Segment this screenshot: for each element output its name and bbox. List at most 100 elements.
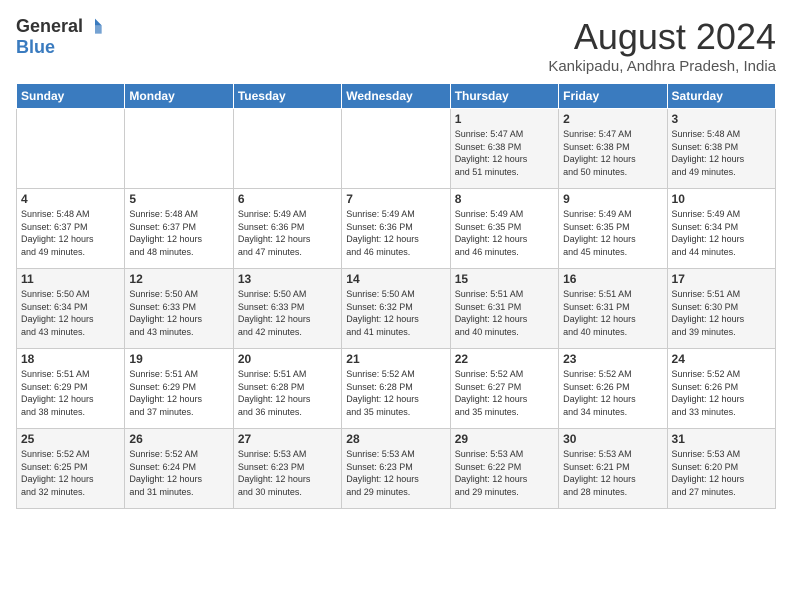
calendar-cell: 18 Sunrise: 5:51 AM Sunset: 6:29 PM Dayli…	[17, 349, 125, 429]
day-number: 5	[129, 192, 228, 206]
day-number: 3	[672, 112, 771, 126]
cell-info: Sunrise: 5:53 AM Sunset: 6:22 PM Dayligh…	[455, 448, 554, 498]
cell-info: Sunrise: 5:47 AM Sunset: 6:38 PM Dayligh…	[455, 128, 554, 178]
day-number: 28	[346, 432, 445, 446]
cell-info: Sunrise: 5:49 AM Sunset: 6:35 PM Dayligh…	[563, 208, 662, 258]
calendar-cell	[233, 109, 341, 189]
calendar-cell: 2 Sunrise: 5:47 AM Sunset: 6:38 PM Daylig…	[559, 109, 667, 189]
calendar-cell: 31Sunrise: 5:53 AM Sunset: 6:20 PM Dayli…	[667, 429, 775, 509]
day-number: 30	[563, 432, 662, 446]
calendar-cell: 7Sunrise: 5:49 AM Sunset: 6:36 PM Daylig…	[342, 189, 450, 269]
cell-info: Sunrise: 5:50 AM Sunset: 6:34 PM Dayligh…	[21, 288, 120, 338]
cell-info: Sunrise: 5:53 AM Sunset: 6:20 PM Dayligh…	[672, 448, 771, 498]
calendar-week-2: 4 Sunrise: 5:48 AM Sunset: 6:37 PM Daylig…	[17, 189, 776, 269]
day-number: 15	[455, 272, 554, 286]
day-number: 12	[129, 272, 228, 286]
day-number: 23	[563, 352, 662, 366]
calendar-cell: 11 Sunrise: 5:50 AM Sunset: 6:34 PM Dayli…	[17, 269, 125, 349]
day-number: 1	[455, 112, 554, 126]
logo: General Blue	[16, 16, 105, 58]
calendar-week-5: 25Sunrise: 5:52 AM Sunset: 6:25 PM Dayli…	[17, 429, 776, 509]
calendar-cell	[17, 109, 125, 189]
day-header-friday: Friday	[559, 84, 667, 109]
cell-info: Sunrise: 5:47 AM Sunset: 6:38 PM Dayligh…	[563, 128, 662, 178]
cell-info: Sunrise: 5:52 AM Sunset: 6:26 PM Dayligh…	[563, 368, 662, 418]
day-header-monday: Monday	[125, 84, 233, 109]
location-subtitle: Kankipadu, Andhra Pradesh, India	[548, 58, 776, 75]
calendar-cell: 29 Sunrise: 5:53 AM Sunset: 6:22 PM Dayli…	[450, 429, 558, 509]
calendar-cell: 27Sunrise: 5:53 AM Sunset: 6:23 PM Dayli…	[233, 429, 341, 509]
day-number: 26	[129, 432, 228, 446]
cell-info: Sunrise: 5:49 AM Sunset: 6:35 PM Dayligh…	[455, 208, 554, 258]
calendar-cell: 17 Sunrise: 5:51 AM Sunset: 6:30 PM Dayli…	[667, 269, 775, 349]
calendar-cell: 4 Sunrise: 5:48 AM Sunset: 6:37 PM Daylig…	[17, 189, 125, 269]
calendar-cell: 22 Sunrise: 5:52 AM Sunset: 6:27 PM Dayli…	[450, 349, 558, 429]
calendar-cell: 13 Sunrise: 5:50 AM Sunset: 6:33 PM Dayli…	[233, 269, 341, 349]
cell-info: Sunrise: 5:51 AM Sunset: 6:28 PM Dayligh…	[238, 368, 337, 418]
cell-info: Sunrise: 5:51 AM Sunset: 6:31 PM Dayligh…	[563, 288, 662, 338]
calendar-cell: 23 Sunrise: 5:52 AM Sunset: 6:26 PM Dayli…	[559, 349, 667, 429]
cell-info: Sunrise: 5:52 AM Sunset: 6:25 PM Dayligh…	[21, 448, 120, 498]
day-number: 20	[238, 352, 337, 366]
calendar-cell: 1 Sunrise: 5:47 AM Sunset: 6:38 PM Daylig…	[450, 109, 558, 189]
day-number: 17	[672, 272, 771, 286]
day-number: 29	[455, 432, 554, 446]
day-number: 24	[672, 352, 771, 366]
day-number: 21	[346, 352, 445, 366]
calendar-cell: 21 Sunrise: 5:52 AM Sunset: 6:28 PM Dayli…	[342, 349, 450, 429]
cell-info: Sunrise: 5:50 AM Sunset: 6:33 PM Dayligh…	[238, 288, 337, 338]
calendar-cell: 9 Sunrise: 5:49 AM Sunset: 6:35 PM Daylig…	[559, 189, 667, 269]
cell-info: Sunrise: 5:51 AM Sunset: 6:29 PM Dayligh…	[129, 368, 228, 418]
day-number: 10	[672, 192, 771, 206]
calendar-cell: 20 Sunrise: 5:51 AM Sunset: 6:28 PM Dayli…	[233, 349, 341, 429]
title-section: August 2024 Kankipadu, Andhra Pradesh, I…	[548, 16, 776, 75]
cell-info: Sunrise: 5:48 AM Sunset: 6:37 PM Dayligh…	[21, 208, 120, 258]
month-year-title: August 2024	[548, 16, 776, 58]
calendar-cell: 19 Sunrise: 5:51 AM Sunset: 6:29 PM Dayli…	[125, 349, 233, 429]
calendar-week-3: 11 Sunrise: 5:50 AM Sunset: 6:34 PM Dayli…	[17, 269, 776, 349]
day-number: 14	[346, 272, 445, 286]
cell-info: Sunrise: 5:49 AM Sunset: 6:36 PM Dayligh…	[346, 208, 445, 258]
day-header-thursday: Thursday	[450, 84, 558, 109]
day-number: 22	[455, 352, 554, 366]
calendar-cell: 3 Sunrise: 5:48 AM Sunset: 6:38 PM Daylig…	[667, 109, 775, 189]
calendar-cell: 10 Sunrise: 5:49 AM Sunset: 6:34 PM Dayli…	[667, 189, 775, 269]
day-header-tuesday: Tuesday	[233, 84, 341, 109]
cell-info: Sunrise: 5:52 AM Sunset: 6:24 PM Dayligh…	[129, 448, 228, 498]
logo-blue: Blue	[16, 37, 55, 57]
day-number: 11	[21, 272, 120, 286]
cell-info: Sunrise: 5:49 AM Sunset: 6:36 PM Dayligh…	[238, 208, 337, 258]
cell-info: Sunrise: 5:52 AM Sunset: 6:28 PM Dayligh…	[346, 368, 445, 418]
calendar-cell	[342, 109, 450, 189]
calendar-cell: 12Sunrise: 5:50 AM Sunset: 6:33 PM Dayli…	[125, 269, 233, 349]
cell-info: Sunrise: 5:49 AM Sunset: 6:34 PM Dayligh…	[672, 208, 771, 258]
cell-info: Sunrise: 5:53 AM Sunset: 6:23 PM Dayligh…	[346, 448, 445, 498]
day-number: 9	[563, 192, 662, 206]
day-number: 13	[238, 272, 337, 286]
day-number: 16	[563, 272, 662, 286]
day-number: 19	[129, 352, 228, 366]
day-number: 6	[238, 192, 337, 206]
calendar-cell: 5Sunrise: 5:48 AM Sunset: 6:37 PM Daylig…	[125, 189, 233, 269]
day-number: 2	[563, 112, 662, 126]
calendar-cell: 15Sunrise: 5:51 AM Sunset: 6:31 PM Dayli…	[450, 269, 558, 349]
calendar-cell: 8 Sunrise: 5:49 AM Sunset: 6:35 PM Daylig…	[450, 189, 558, 269]
day-number: 18	[21, 352, 120, 366]
calendar-cell: 24 Sunrise: 5:52 AM Sunset: 6:26 PM Dayli…	[667, 349, 775, 429]
cell-info: Sunrise: 5:52 AM Sunset: 6:27 PM Dayligh…	[455, 368, 554, 418]
calendar-week-4: 18 Sunrise: 5:51 AM Sunset: 6:29 PM Dayli…	[17, 349, 776, 429]
calendar-cell: 25Sunrise: 5:52 AM Sunset: 6:25 PM Dayli…	[17, 429, 125, 509]
calendar-cell: 28 Sunrise: 5:53 AM Sunset: 6:23 PM Dayli…	[342, 429, 450, 509]
day-number: 4	[21, 192, 120, 206]
calendar-cell: 6 Sunrise: 5:49 AM Sunset: 6:36 PM Daylig…	[233, 189, 341, 269]
cell-info: Sunrise: 5:51 AM Sunset: 6:30 PM Dayligh…	[672, 288, 771, 338]
calendar-cell	[125, 109, 233, 189]
calendar-week-1: 1 Sunrise: 5:47 AM Sunset: 6:38 PM Daylig…	[17, 109, 776, 189]
page-header: General Blue August 2024 Kankipadu, Andh…	[16, 16, 776, 75]
cell-info: Sunrise: 5:51 AM Sunset: 6:29 PM Dayligh…	[21, 368, 120, 418]
cell-info: Sunrise: 5:53 AM Sunset: 6:23 PM Dayligh…	[238, 448, 337, 498]
cell-info: Sunrise: 5:52 AM Sunset: 6:26 PM Dayligh…	[672, 368, 771, 418]
day-number: 8	[455, 192, 554, 206]
calendar-cell: 16 Sunrise: 5:51 AM Sunset: 6:31 PM Dayli…	[559, 269, 667, 349]
cell-info: Sunrise: 5:48 AM Sunset: 6:38 PM Dayligh…	[672, 128, 771, 178]
